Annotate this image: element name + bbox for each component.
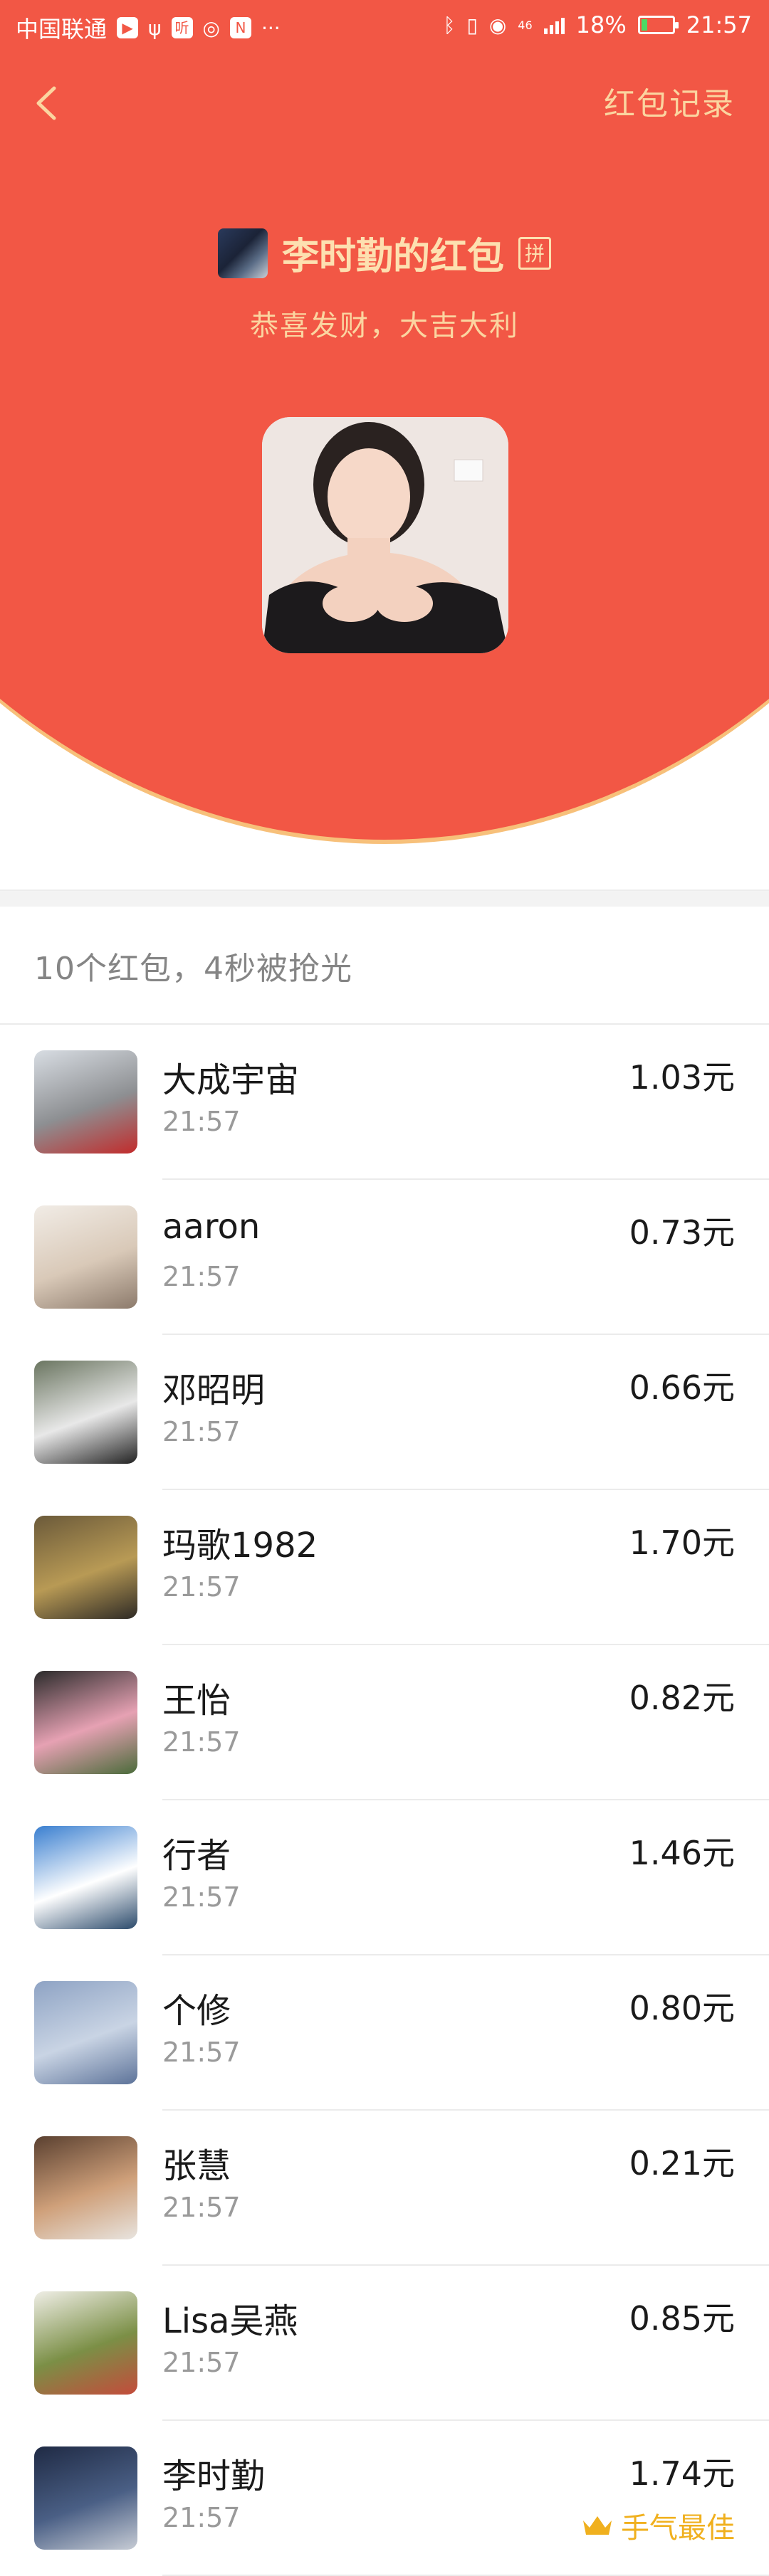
news-app-icon: 听 [171,17,193,38]
signal-icon [543,16,565,34]
avatar[interactable] [34,1826,137,1929]
status-bar: 中国联通 ▶ ψ 听 ◎ N ··· ᛒ ▯ ◉ 46 18% 21:57 [0,0,769,54]
list-item[interactable]: 个修 21:57 0.80元 [0,1955,769,2111]
battery-percent: 18% [575,11,627,38]
avatar[interactable] [34,2446,137,2550]
status-bar-right: ᛒ ▯ ◉ 46 18% 21:57 [444,11,752,38]
avatar[interactable] [34,1516,137,1619]
pin-badge: 拼 [518,236,551,270]
carrier-label: 中国联通 [16,16,108,43]
grab-amount: 1.70元 [629,1524,735,1562]
red-packet-header: 中国联通 ▶ ψ 听 ◎ N ··· ᛒ ▯ ◉ 46 18% 21:57 红包… [0,0,769,890]
list-item[interactable]: 行者 21:57 1.46元 [0,1800,769,1955]
packet-summary: 10个红包，4秒被抢光 [34,951,352,987]
grab-amount: 0.73元 [629,1213,735,1252]
grab-amount: 0.21元 [629,2144,735,2182]
grab-time: 21:57 [162,1881,241,1913]
recipient-list: 大成宇宙 21:57 1.03元 aaron 21:57 0.73元邓昭明 21:57 0.6… [0,1025,769,2576]
list-item[interactable]: 张慧 21:57 0.21元 [0,2111,769,2266]
headset-icon: ◎ [202,16,220,40]
list-item[interactable]: 王怡 21:57 0.82元 [0,1645,769,1800]
grab-amount: 1.46元 [629,1834,735,1872]
list-item[interactable]: aaron 21:57 0.73元 [0,1180,769,1335]
cover-photo [262,417,508,653]
packet-cover-image[interactable] [262,417,508,653]
grab-time: 21:57 [162,1571,241,1603]
clock: 21:57 [686,11,752,38]
status-bar-left: 中国联通 ▶ ψ 听 ◎ N ··· [16,11,281,44]
list-item[interactable]: 邓昭明 21:57 0.66元 [0,1335,769,1490]
grab-time: 21:57 [162,2502,241,2533]
avatar[interactable] [34,1981,137,2084]
chevron-left-icon [36,86,56,120]
recipient-name: 玛歌1982 [162,1526,318,1566]
list-item[interactable]: 大成宇宙 21:57 1.03元 [0,1025,769,1180]
avatar[interactable] [34,1671,137,1774]
list-item[interactable]: Lisa吴燕 21:57 0.85元 [0,2266,769,2421]
recipient-name: 个修 [162,1991,231,2031]
usb-icon: ψ [148,16,162,40]
avatar[interactable] [34,2136,137,2239]
grab-time: 21:57 [162,1261,241,1292]
sender-title: 李时勤的红包 [281,236,504,278]
grab-time: 21:57 [162,2192,241,2223]
recipient-name: aaron [162,1207,261,1247]
recipient-name: 邓昭明 [162,1371,266,1410]
best-luck-label: 手气最佳 [621,2512,735,2545]
records-link[interactable]: 红包记录 [604,78,735,124]
network-type-label: 46 [518,18,533,32]
list-item[interactable]: 玛歌1982 21:57 1.70元 [0,1490,769,1645]
recipient-name: 张慧 [162,2146,231,2186]
notification-app-icon: N [229,17,251,38]
more-notifications-icon: ··· [261,16,281,40]
sender-row: 李时勤的红包 拼 [0,226,769,280]
best-luck-badge: 手气最佳 [581,2505,735,2546]
section-divider [0,890,769,907]
back-button[interactable] [26,78,68,128]
grab-time: 21:57 [162,1726,241,1758]
grab-amount: 0.82元 [629,1679,735,1717]
crown-icon [583,2516,612,2535]
eye-icon: ◉ [488,13,507,37]
sender-avatar[interactable] [217,228,268,278]
grab-amount: 0.66元 [629,1368,735,1407]
vibrate-icon: ▯ [466,13,478,37]
recipient-name: 行者 [162,1836,231,1876]
avatar[interactable] [34,1050,137,1154]
grab-amount: 0.85元 [629,2299,735,2338]
grab-time: 21:57 [162,1106,241,1137]
grab-amount: 1.74元 [629,2454,735,2493]
grab-time: 21:57 [162,1416,241,1447]
recipient-name: 大成宇宙 [162,1060,300,1100]
recipient-name: Lisa吴燕 [162,2301,298,2341]
recipient-name: 王怡 [162,1681,231,1721]
avatar[interactable] [34,1205,137,1309]
battery-icon [637,16,679,34]
grab-amount: 1.03元 [629,1058,735,1097]
battery-level [641,19,647,31]
grab-time: 21:57 [162,2037,241,2068]
video-app-icon: ▶ [117,17,139,38]
grab-time: 21:57 [162,2347,241,2378]
list-item[interactable]: 李时勤 21:57 1.74元手气最佳 [0,2421,769,2576]
greeting-text: 恭喜发财，大吉大利 [250,310,519,342]
bluetooth-icon: ᛒ [443,13,456,37]
grab-amount: 0.80元 [629,1989,735,2027]
avatar[interactable] [34,2291,137,2395]
recipient-name: 李时勤 [162,2456,266,2496]
avatar[interactable] [34,1361,137,1464]
